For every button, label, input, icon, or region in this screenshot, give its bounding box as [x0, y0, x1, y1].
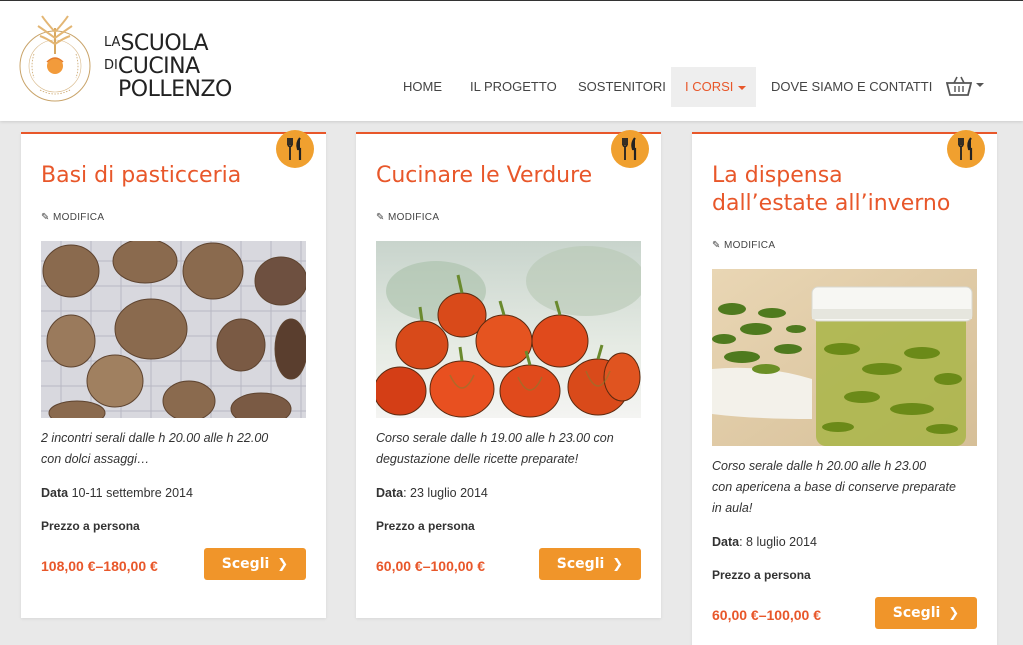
- nav-il-progetto[interactable]: IL PROGETTO: [470, 67, 557, 107]
- site-header: LASCUOLA DICUCINA POLLENZO HOME IL PROGE…: [0, 0, 1023, 121]
- course-price: 60,00 €–100,00 €: [376, 558, 485, 574]
- course-description: 2 incontri serali dalle h 20.00 alle h 2…: [41, 431, 269, 466]
- fork-knife-icon: [287, 137, 302, 160]
- choose-button[interactable]: Scegli ❯: [875, 597, 977, 629]
- nav-i-corsi-label: I CORSI: [685, 79, 734, 94]
- course-date: Data: 23 luglio 2014: [376, 486, 488, 500]
- university-seal-logo[interactable]: [16, 14, 94, 104]
- nav-dove-siamo-e-contatti[interactable]: DOVE SIAMO E CONTATTI: [771, 67, 932, 107]
- badge-cutlery: [947, 130, 985, 168]
- choose-button[interactable]: Scegli ❯: [204, 548, 306, 580]
- pencil-icon: ✎: [376, 212, 385, 223]
- chevron-right-icon: ❯: [612, 556, 624, 572]
- pencil-icon: ✎: [712, 240, 721, 251]
- brand-wordmark[interactable]: LASCUOLA DICUCINA POLLENZO: [104, 33, 232, 102]
- nav-i-corsi[interactable]: I CORSI: [671, 67, 756, 107]
- course-card-basi-di-pasticceria: Basi di pasticceria ✎ MODIFICA 2 incontr…: [21, 130, 326, 618]
- choose-button[interactable]: Scegli ❯: [539, 548, 641, 580]
- course-title[interactable]: La dispensa dall’estate all’inverno: [712, 162, 950, 218]
- course-price: 108,00 €–180,00 €: [41, 558, 158, 574]
- course-image-vegetables[interactable]: [376, 241, 641, 418]
- brand-line-3: POLLENZO: [118, 77, 232, 102]
- course-title[interactable]: Basi di pasticceria: [41, 162, 241, 190]
- chevron-down-icon: [738, 85, 747, 90]
- chevron-right-icon: ❯: [277, 556, 289, 572]
- course-title[interactable]: Cucinare le Verdure: [376, 162, 592, 190]
- fork-knife-icon: [622, 137, 637, 160]
- nav-home[interactable]: HOME: [403, 67, 442, 107]
- chevron-right-icon: ❯: [948, 605, 960, 621]
- cart-dropdown[interactable]: [946, 75, 986, 99]
- badge-cutlery: [611, 130, 649, 168]
- course-date: Data 10-11 settembre 2014: [41, 486, 193, 500]
- nav-sostenitori[interactable]: SOSTENITORI: [578, 67, 666, 107]
- brand-line-2: DICUCINA: [104, 54, 200, 79]
- price-label: Prezzo a persona: [376, 519, 475, 533]
- course-price: 60,00 €–100,00 €: [712, 607, 821, 623]
- edit-link[interactable]: ✎ MODIFICA: [712, 240, 775, 251]
- course-image-preserves[interactable]: [712, 269, 977, 446]
- price-label: Prezzo a persona: [41, 519, 140, 533]
- course-card-la-dispensa: La dispensa dall’estate all’inverno ✎ MOD…: [692, 130, 997, 645]
- price-label: Prezzo a persona: [712, 568, 811, 582]
- brand-line-1: LASCUOLA: [104, 31, 208, 56]
- course-date: Data: 8 luglio 2014: [712, 535, 817, 549]
- badge-cutlery: [276, 130, 314, 168]
- pencil-icon: ✎: [41, 212, 50, 223]
- basket-icon: [946, 76, 972, 96]
- course-image-pastry[interactable]: [41, 241, 306, 418]
- fork-knife-icon: [958, 137, 973, 160]
- course-description: Corso serale dalle h 19.00 alle h 23.00 …: [376, 431, 614, 466]
- course-description: Corso serale dalle h 20.00 alle h 23.00 …: [712, 459, 956, 515]
- edit-link[interactable]: ✎ MODIFICA: [41, 212, 104, 223]
- edit-link[interactable]: ✎ MODIFICA: [376, 212, 439, 223]
- chevron-down-icon: [976, 83, 984, 87]
- course-card-cucinare-le-verdure: Cucinare le Verdure ✎ MODIFICA Corso ser…: [356, 130, 661, 618]
